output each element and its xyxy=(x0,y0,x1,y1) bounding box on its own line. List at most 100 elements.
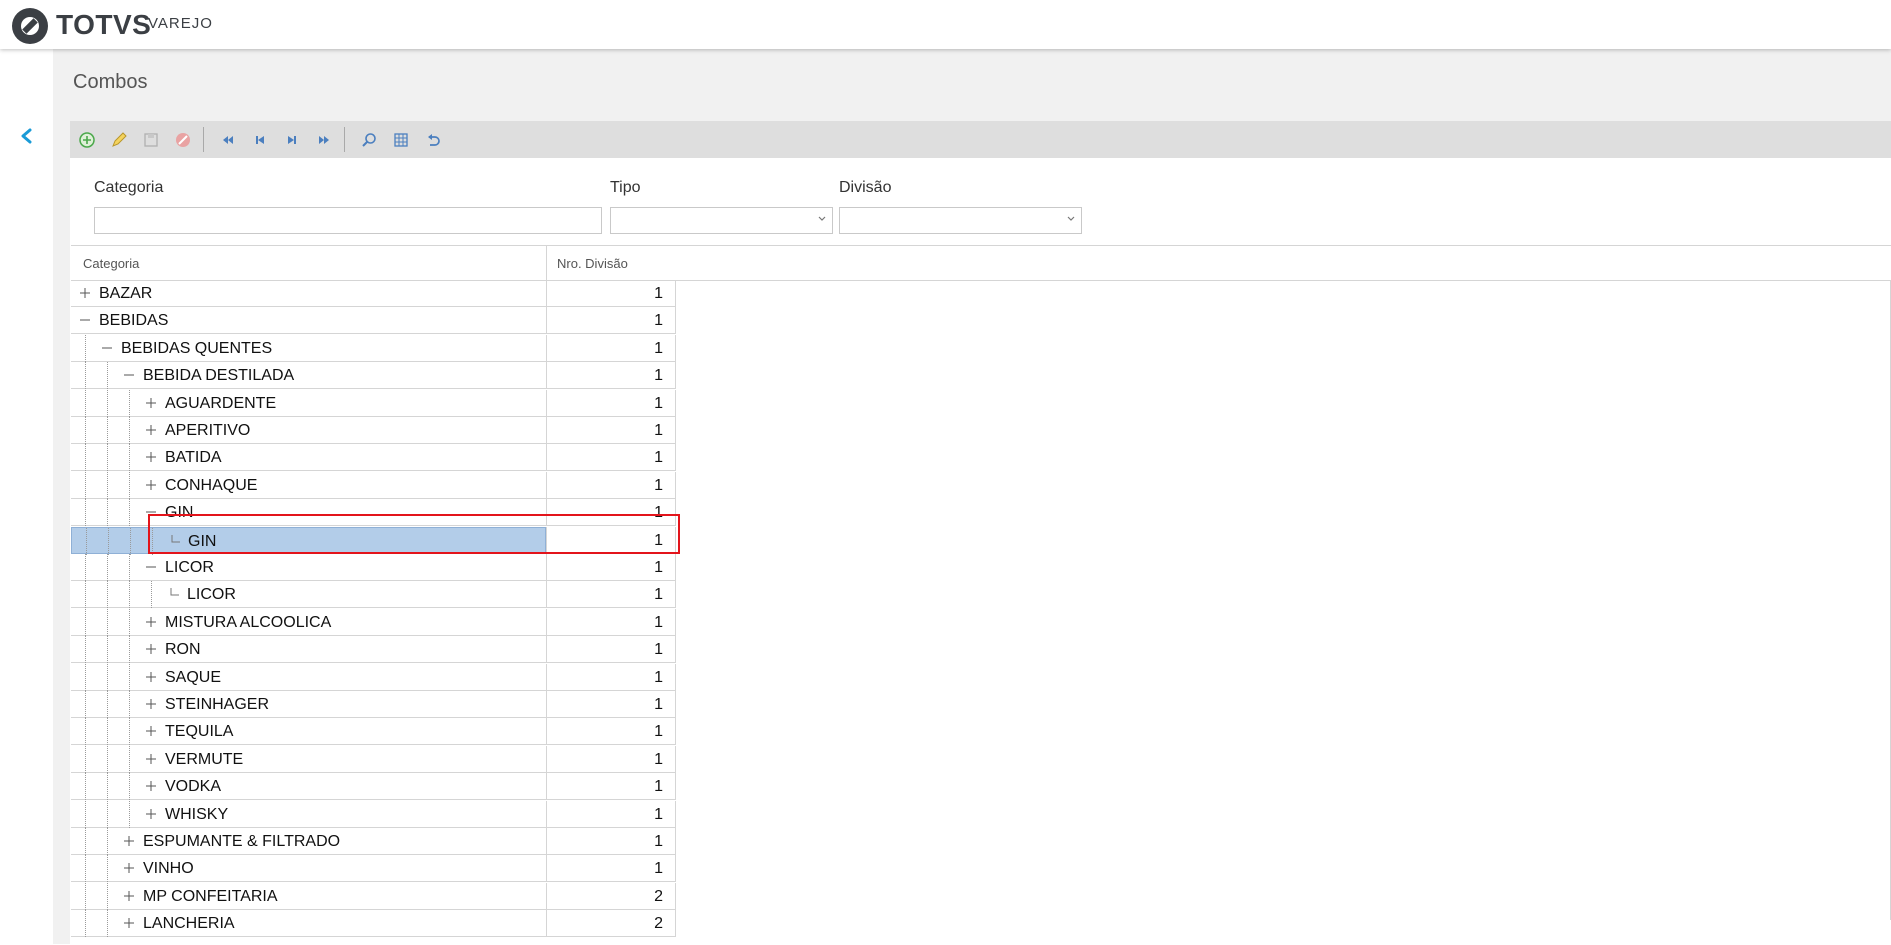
tree-row-nro-divisao[interactable]: 2 xyxy=(546,910,676,938)
next-record-button[interactable] xyxy=(280,128,304,152)
tree-row[interactable]: BEBIDAS 1 xyxy=(71,307,676,335)
tree-row-nro-divisao[interactable]: 1 xyxy=(546,334,676,362)
grid-view-button[interactable] xyxy=(389,128,413,152)
expand-icon[interactable] xyxy=(145,451,157,463)
tree-row[interactable]: AGUARDENTE 1 xyxy=(71,389,676,417)
tree-row-category-cell[interactable]: LICOR xyxy=(71,581,546,609)
undo-button[interactable] xyxy=(421,128,445,152)
tree-row-category-cell[interactable]: LANCHERIA xyxy=(71,910,546,938)
tree-row-category-cell[interactable]: MISTURA ALCOOLICA xyxy=(71,608,546,636)
tree-row-category-cell[interactable]: BEBIDAS QUENTES xyxy=(71,334,546,362)
expand-icon[interactable] xyxy=(145,725,157,737)
tree-row-nro-divisao[interactable]: 1 xyxy=(546,444,676,472)
tree-row[interactable]: BATIDA 1 xyxy=(71,444,676,472)
expand-icon[interactable] xyxy=(145,479,157,491)
expand-icon[interactable] xyxy=(123,835,135,847)
tree-row[interactable]: TEQUILA 1 xyxy=(71,718,676,746)
tree-row-nro-divisao[interactable]: 1 xyxy=(546,718,676,746)
tree-row[interactable]: GIN 1 xyxy=(71,526,676,555)
save-button[interactable] xyxy=(139,128,163,152)
tree-row-category-cell[interactable]: LICOR xyxy=(71,554,546,581)
edit-button[interactable] xyxy=(107,128,131,152)
tree-row-nro-divisao[interactable]: 1 xyxy=(546,389,676,417)
tree-row-category-cell[interactable]: BEBIDA DESTILADA xyxy=(71,362,546,390)
tree-row-category-cell[interactable]: CONHAQUE xyxy=(71,471,546,499)
tree-row-category-cell[interactable]: SAQUE xyxy=(71,663,546,691)
expand-icon[interactable] xyxy=(145,616,157,628)
expand-icon[interactable] xyxy=(145,397,157,409)
tree-row-category-cell[interactable]: GIN xyxy=(71,526,546,555)
tree-row-nro-divisao[interactable]: 1 xyxy=(546,636,676,664)
tree-row[interactable]: MP CONFEITARIA 2 xyxy=(71,882,676,910)
expand-icon[interactable] xyxy=(79,287,91,299)
expand-icon[interactable] xyxy=(145,698,157,710)
expand-icon[interactable] xyxy=(145,753,157,765)
tree-row-category-cell[interactable]: VODKA xyxy=(71,773,546,801)
divisao-select[interactable] xyxy=(839,207,1082,234)
tree-row[interactable]: WHISKY 1 xyxy=(71,800,676,828)
tree-row-nro-divisao[interactable]: 1 xyxy=(546,362,676,390)
tree-row[interactable]: MISTURA ALCOOLICA 1 xyxy=(71,608,676,636)
tree-row-category-cell[interactable]: STEINHAGER xyxy=(71,691,546,718)
expand-icon[interactable] xyxy=(123,862,135,874)
expand-icon[interactable] xyxy=(145,643,157,655)
tree-row-nro-divisao[interactable]: 1 xyxy=(546,828,676,855)
collapse-icon[interactable] xyxy=(123,369,135,381)
tree-row-nro-divisao[interactable]: 1 xyxy=(546,773,676,801)
tree-row[interactable]: BEBIDAS QUENTES 1 xyxy=(71,334,676,362)
tree-row-category-cell[interactable]: AGUARDENTE xyxy=(71,389,546,417)
tree-row-nro-divisao[interactable]: 1 xyxy=(546,417,676,444)
tree-row[interactable]: RON 1 xyxy=(71,636,676,664)
last-record-button[interactable] xyxy=(312,128,336,152)
tree-row[interactable]: APERITIVO 1 xyxy=(71,417,676,444)
expand-icon[interactable] xyxy=(123,917,135,929)
tree-row-nro-divisao[interactable]: 1 xyxy=(546,499,676,527)
tree-row-nro-divisao[interactable]: 1 xyxy=(546,663,676,691)
tree-row[interactable]: GIN 1 xyxy=(71,499,676,527)
expand-icon[interactable] xyxy=(145,671,157,683)
collapse-icon[interactable] xyxy=(145,561,157,573)
tree-row-nro-divisao[interactable]: 1 xyxy=(546,307,676,335)
cancel-button[interactable] xyxy=(171,128,195,152)
tree-row[interactable]: BEBIDA DESTILADA 1 xyxy=(71,362,676,390)
expand-icon[interactable] xyxy=(145,424,157,436)
tree-row-category-cell[interactable]: ESPUMANTE & FILTRADO xyxy=(71,828,546,855)
expand-icon[interactable] xyxy=(145,808,157,820)
tree-row-category-cell[interactable]: TEQUILA xyxy=(71,718,546,746)
tree-row[interactable]: LICOR 1 xyxy=(71,581,676,609)
search-button[interactable] xyxy=(357,128,381,152)
tree-row-nro-divisao[interactable]: 1 xyxy=(546,526,676,554)
tree-row[interactable]: LICOR 1 xyxy=(71,554,676,581)
tree-row-category-cell[interactable]: APERITIVO xyxy=(71,417,546,444)
tree-row-nro-divisao[interactable]: 1 xyxy=(546,280,676,307)
tree-row-nro-divisao[interactable]: 1 xyxy=(546,471,676,499)
previous-record-button[interactable] xyxy=(248,128,272,152)
column-header-nro-divisao[interactable]: Nro. Divisão xyxy=(557,256,628,271)
tree-row-nro-divisao[interactable]: 1 xyxy=(546,608,676,636)
tree-row[interactable]: ESPUMANTE & FILTRADO 1 xyxy=(71,828,676,855)
column-header-categoria[interactable]: Categoria xyxy=(83,256,139,271)
collapse-icon[interactable] xyxy=(79,314,91,326)
tree-row-nro-divisao[interactable]: 1 xyxy=(546,581,676,609)
back-chevron-icon[interactable] xyxy=(16,125,38,147)
tree-row[interactable]: VINHO 1 xyxy=(71,855,676,883)
tree-row-category-cell[interactable]: BATIDA xyxy=(71,444,546,472)
tree-row-category-cell[interactable]: RON xyxy=(71,636,546,664)
tree-row[interactable]: SAQUE 1 xyxy=(71,663,676,691)
expand-icon[interactable] xyxy=(145,780,157,792)
tree-row-category-cell[interactable]: VERMUTE xyxy=(71,745,546,773)
tipo-select[interactable] xyxy=(610,207,833,234)
tree-row-nro-divisao[interactable]: 1 xyxy=(546,745,676,773)
tree-row-category-cell[interactable]: BEBIDAS xyxy=(71,307,546,335)
tree-row-nro-divisao[interactable]: 2 xyxy=(546,882,676,910)
tree-row-category-cell[interactable]: GIN xyxy=(71,499,546,527)
first-record-button[interactable] xyxy=(216,128,240,152)
collapse-icon[interactable] xyxy=(101,342,113,354)
tree-row[interactable]: BAZAR 1 xyxy=(71,280,676,307)
tree-row-nro-divisao[interactable]: 1 xyxy=(546,855,676,883)
tree-row-nro-divisao[interactable]: 1 xyxy=(546,800,676,828)
tree-row-category-cell[interactable]: BAZAR xyxy=(71,280,546,307)
tree-row-nro-divisao[interactable]: 1 xyxy=(546,554,676,581)
tree-row[interactable]: CONHAQUE 1 xyxy=(71,471,676,499)
tree-row[interactable]: STEINHAGER 1 xyxy=(71,691,676,718)
